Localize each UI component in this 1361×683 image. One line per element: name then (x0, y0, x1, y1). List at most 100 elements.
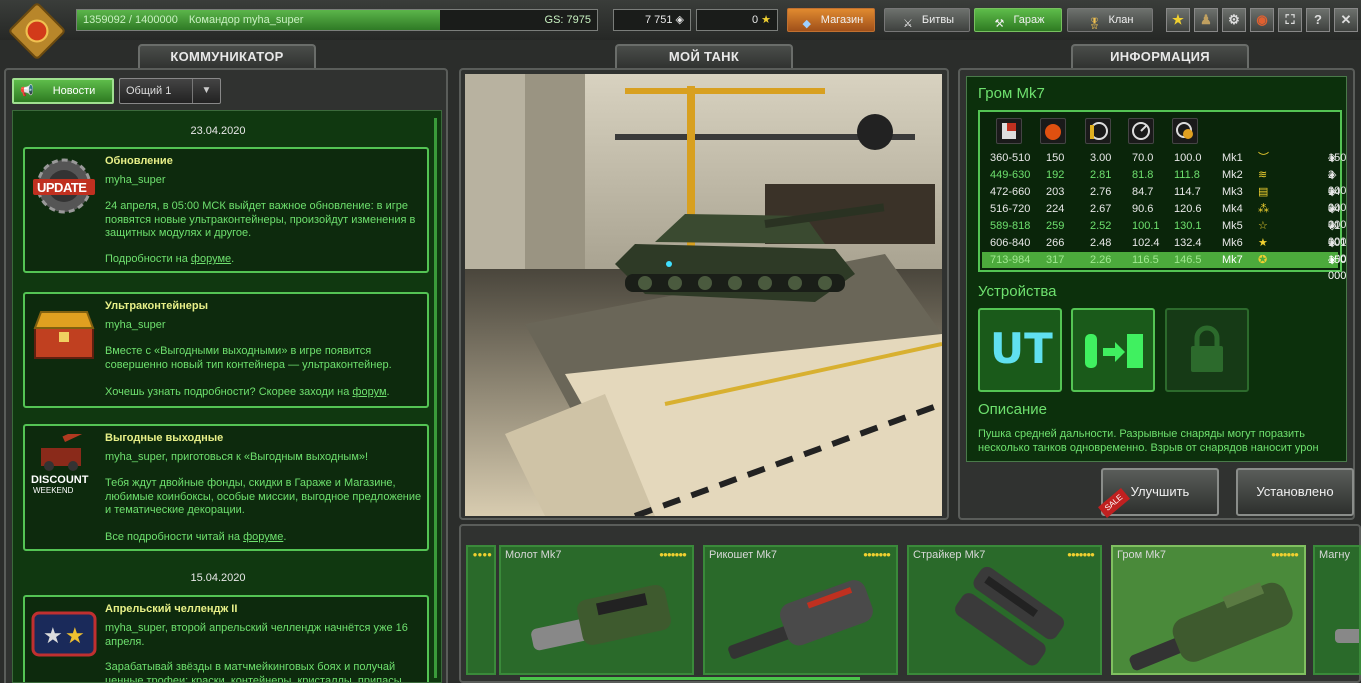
news-body: 24 апреля, в 05:00 МСК выйдет важное обн… (105, 200, 416, 239)
news-card-update: UPDATE Обновление myha_super 24 апреля, … (23, 147, 429, 273)
turret-image (955, 566, 1065, 666)
upgrade-row-mk3: 472-660 203 2.76 84.7 114.7 Mk3 ▤ 14 000 ◈ (982, 184, 1346, 214)
upgrade-row-mk6: 606-8402662.48102.4132.4Mk6★101 000 ◈ (982, 235, 1346, 265)
news-author: myha_super, приготовься к «Выгодным выхо… (105, 451, 369, 463)
sale-badge: SALE (1098, 487, 1130, 519)
stat-damage: 203 (1046, 186, 1065, 198)
upgrade-row-mk4: 516-720 224 2.67 90.6 120.6 Mk4 ⁂ 34 000 ◈ (982, 201, 1346, 231)
close-icon[interactable]: ✕ (1334, 8, 1358, 32)
friends-icon[interactable]: ♟ (1194, 8, 1218, 32)
news-card-discount-weekend: DISCOUNT WEEKEND Выгодные выходные myha_… (23, 424, 429, 551)
stat-damage: 317 (1046, 254, 1065, 266)
news-feed[interactable]: 23.04.2020 UPDATE Обновление myha_super … (12, 110, 442, 683)
clan-label: Клан (1108, 14, 1134, 26)
stat-rotation: 100.1 (1132, 220, 1160, 232)
crystal-icon: ◈ (1328, 237, 1337, 249)
gear-icon[interactable]: ⚙ (1222, 8, 1246, 32)
stat-reload: 2.52 (1090, 220, 1112, 232)
star-icon-button[interactable]: ★ (1166, 8, 1190, 32)
device-slot-ut[interactable]: UT (978, 308, 1062, 392)
garage-scene-art (465, 74, 942, 516)
clan-button[interactable]: 🎖 Клан (1067, 8, 1153, 32)
challenge-stars-icon: ★ ★ (31, 609, 97, 671)
carousel-item-magnum[interactable]: Магну (1313, 545, 1361, 675)
mk-level: Mk5 (1222, 220, 1243, 232)
news-card-challenge: ★ ★ Апрельский челлендж II myha_super, вт… (23, 595, 429, 682)
carousel-item-straiker[interactable]: Страйкер Mk7 ●●●●●●● (907, 545, 1102, 675)
rank-dots: ●●●● (472, 550, 492, 559)
medal-icon: 🎖 (1087, 18, 1102, 31)
tab-my-tank[interactable]: МОЙ ТАНК (615, 44, 793, 70)
feed-scrollbar[interactable] (434, 118, 437, 678)
stat-reload: 2.67 (1090, 203, 1112, 215)
crystal-icon: ◈ (1328, 203, 1337, 215)
stat-rotation: 70.0 (1132, 152, 1154, 164)
stat-splash: 130.1 (1174, 220, 1202, 232)
help-icon[interactable]: ? (1306, 8, 1330, 32)
star-icon: ★ (761, 14, 771, 26)
carousel-item-molot[interactable]: Молот Mk7 ●●●●●●● (499, 545, 694, 675)
garage-scene[interactable] (465, 74, 942, 516)
device-slot-locked[interactable] (1165, 308, 1249, 392)
stat-damage: 224 (1046, 203, 1065, 215)
carousel-item-rikoshet[interactable]: Рикошет Mk7 ●●●●●●● (703, 545, 898, 675)
rank-icon: ≋ (1258, 169, 1268, 181)
stat-damage: 192 (1046, 169, 1065, 181)
upgrade-button[interactable]: SALE Улучшить (1098, 468, 1219, 519)
stat-reload: 2.76 (1090, 186, 1112, 198)
tab-information[interactable]: ИНФОРМАЦИЯ (1071, 44, 1249, 70)
fullscreen-icon[interactable]: ⛶ (1278, 8, 1302, 32)
news-card-ultracontainers: Ультраконтейнеры myha_super Вместе с «Вы… (23, 292, 429, 408)
rank-icon: ︶ (1258, 152, 1269, 164)
item-name: Страйкер Mk7 (913, 549, 986, 561)
carousel-item-partial[interactable]: ●●●● (466, 545, 496, 675)
ammo-swap-icon (1085, 334, 1143, 368)
sound-icon[interactable]: ◉ (1250, 8, 1274, 32)
more-end: . (386, 386, 390, 398)
news-button[interactable]: 📢 Новости (12, 78, 114, 104)
crystal-icon: ◈ (675, 14, 684, 26)
news-date: 15.04.2020 (190, 572, 246, 584)
chevron-down-icon: ▼ (192, 79, 220, 103)
rank-dots: ●●●●●●● (1271, 550, 1299, 559)
stat-reload: 2.48 (1090, 237, 1112, 249)
svg-text:★: ★ (65, 624, 85, 649)
carousel-scrollbar[interactable] (520, 677, 860, 680)
stat-splash: 120.6 (1174, 203, 1202, 215)
tab-communicator[interactable]: КОММУНИКАТОР (138, 44, 316, 70)
item-name: Магну (1319, 549, 1350, 561)
update-icon-text: UPDATE (37, 180, 87, 195)
description-text: Пушка средней дальности. Разрывные снаря… (978, 428, 1319, 454)
forum-link[interactable]: форуме (243, 531, 283, 543)
stat-rotation: 81.8 (1132, 169, 1154, 181)
forum-link[interactable]: форум (352, 386, 386, 398)
crystal-icon: ◈ (1328, 152, 1337, 164)
stat-rotation: 84.7 (1132, 186, 1154, 198)
crystal-icon: ◈ (1328, 186, 1337, 198)
stat-range: 516-720 (990, 203, 1031, 215)
news-label: Новости (52, 85, 96, 97)
battles-button[interactable]: ⚔ Битвы (884, 8, 970, 32)
news-more: Подробности на форуме. (105, 253, 234, 265)
item-name: Гром Mk7 (1117, 549, 1166, 561)
carousel-item-grom[interactable]: Гром Mk7 ●●●●●●● (1111, 545, 1306, 675)
upgrade-label: Улучшить (1130, 484, 1190, 499)
ut-label: UT (990, 324, 1053, 373)
channel-select[interactable]: Общий 1 ▼ (119, 78, 221, 104)
news-body: Тебя ждут двойные фонды, скидки в Гараже… (105, 477, 422, 516)
rank-dots: ●●●●●●● (1067, 550, 1095, 559)
stat-range: 472-660 (990, 186, 1031, 198)
forum-link[interactable]: форуме (191, 253, 231, 265)
stat-reload: 2.26 (1090, 254, 1112, 266)
experience-bar: 1359092 / 1400000 Командор myha_super GS… (76, 9, 598, 31)
installed-button[interactable]: Установлено (1236, 468, 1354, 516)
damage-icon (1040, 118, 1066, 144)
device-slot-ammo[interactable] (1071, 308, 1155, 392)
garage-button[interactable]: ⚒ Гараж (974, 8, 1062, 32)
more-text: Подробности на (105, 253, 191, 265)
shop-button[interactable]: ◆ Магазин (787, 8, 875, 32)
crystals-value: 7 751 (644, 14, 673, 26)
rank-dots: ●●●●●●● (659, 550, 687, 559)
rank-icon: ☆ (1258, 220, 1268, 232)
stat-range: 713-984 (990, 254, 1031, 266)
